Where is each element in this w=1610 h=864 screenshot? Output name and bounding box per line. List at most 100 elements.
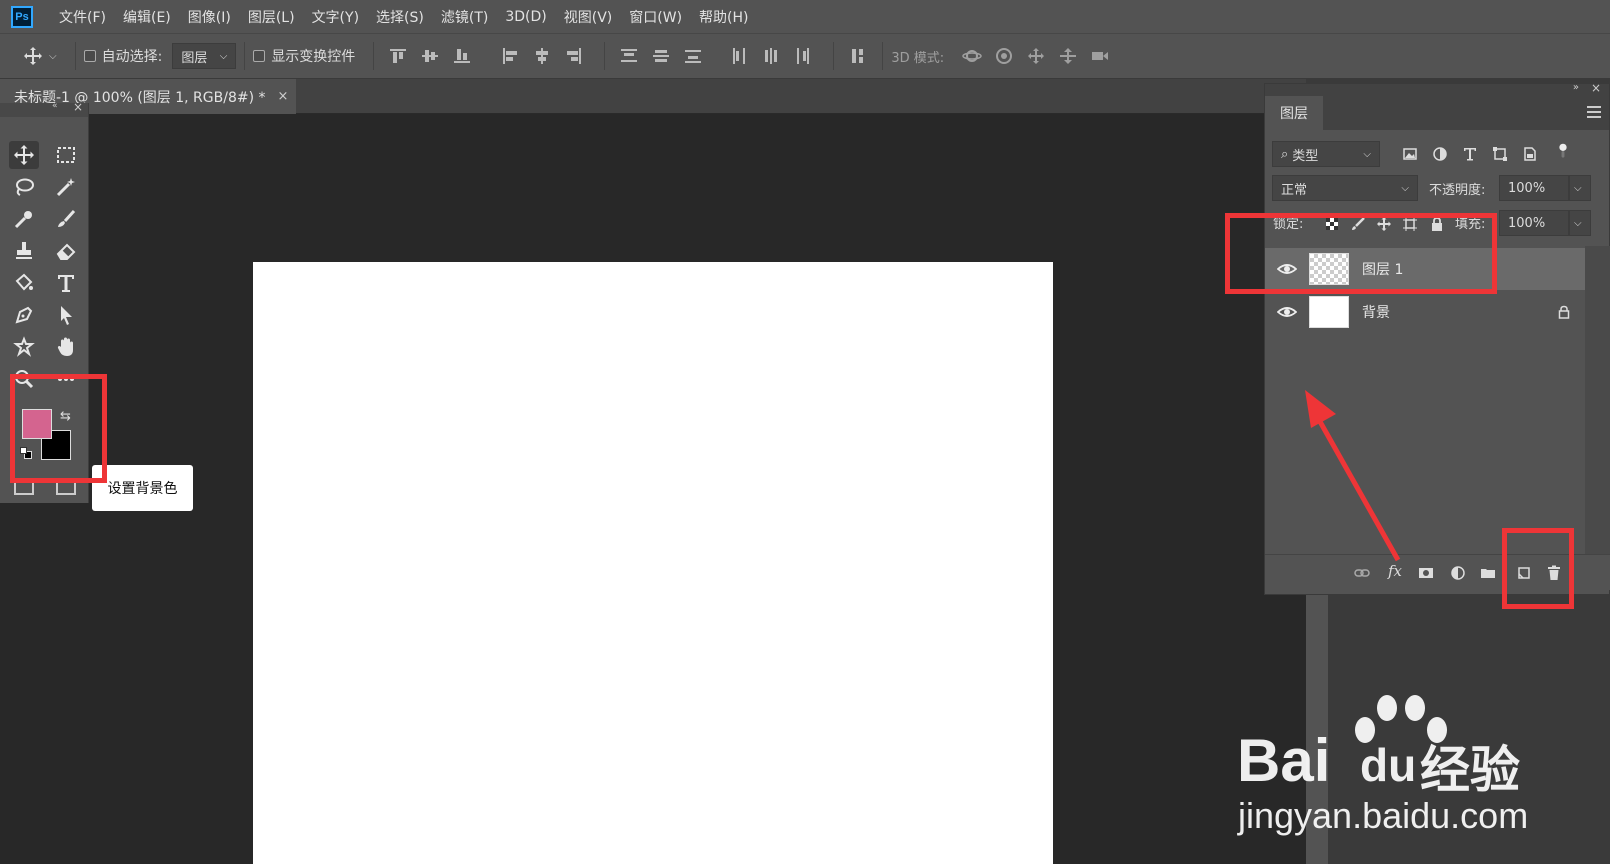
new-group-icon[interactable] xyxy=(1479,564,1497,582)
separator xyxy=(74,42,76,70)
custom-shape-tool[interactable] xyxy=(9,333,39,361)
type-tool[interactable] xyxy=(51,269,81,297)
auto-select-checkbox[interactable] xyxy=(83,50,96,62)
layers-panel: » × 图层 ⌕ 类型 ⌵ 正常 ⌵ 不透明度: 100% ⌵ 锁定: 填充: … xyxy=(1264,81,1610,595)
menu-type[interactable]: 文字(Y) xyxy=(312,7,359,27)
menu-filter[interactable]: 滤镜(T) xyxy=(441,7,488,27)
distribute-top-icon[interactable] xyxy=(618,45,640,67)
clone-stamp-tool[interactable] xyxy=(9,237,39,265)
pen-tool[interactable] xyxy=(9,301,39,329)
smart-object-filter-icon[interactable] xyxy=(1521,145,1539,163)
link-layers-icon[interactable] xyxy=(1353,564,1371,582)
annotation-box-color-swatches xyxy=(10,374,107,483)
quick-mask-icon[interactable] xyxy=(14,481,34,495)
adjustment-layer-icon[interactable] xyxy=(1449,564,1467,582)
collapse-icon[interactable]: « xyxy=(52,101,58,111)
menu-edit[interactable]: 编辑(E) xyxy=(123,7,171,27)
align-left-icon[interactable] xyxy=(499,45,521,67)
filter-toggle-icon[interactable] xyxy=(1554,142,1572,160)
fx-icon[interactable]: fx xyxy=(1388,562,1402,580)
menu-3d[interactable]: 3D(D) xyxy=(505,9,546,25)
document-canvas[interactable] xyxy=(253,262,1053,864)
marquee-tool[interactable] xyxy=(51,141,81,169)
watermark-brand-du: du xyxy=(1360,739,1417,791)
close-icon[interactable]: × xyxy=(278,89,289,104)
rectangle-marquee-icon xyxy=(57,147,75,163)
align-right-icon[interactable] xyxy=(563,45,585,67)
chevron-down-icon[interactable]: ⌵ xyxy=(49,51,57,62)
tab-layers[interactable]: 图层 xyxy=(1265,96,1323,130)
tooltip: 设置背景色 xyxy=(92,465,193,511)
layer-row-background[interactable]: 背景 xyxy=(1265,291,1585,333)
3d-slide-icon[interactable] xyxy=(1057,45,1079,67)
opacity-dropdown[interactable]: ⌵ xyxy=(1569,175,1591,201)
close-icon[interactable]: × xyxy=(1591,81,1601,95)
menu-image[interactable]: 图像(I) xyxy=(188,7,231,27)
type-filter-icon[interactable] xyxy=(1461,145,1479,163)
align-vertical-center-icon[interactable] xyxy=(419,45,441,67)
fill-input[interactable]: 100% xyxy=(1499,210,1569,236)
menu-bar: Ps 文件(F) 编辑(E) 图像(I) 图层(L) 文字(Y) 选择(S) 滤… xyxy=(0,0,1610,33)
align-horizontal-center-icon[interactable] xyxy=(531,45,553,67)
eye-icon[interactable] xyxy=(1277,302,1297,322)
distribute-right-icon[interactable] xyxy=(792,45,814,67)
stamp-icon xyxy=(16,242,32,259)
shape-filter-icon[interactable] xyxy=(1491,145,1509,163)
add-mask-icon[interactable] xyxy=(1417,564,1435,582)
photoshop-window: Ps 文件(F) 编辑(E) 图像(I) 图层(L) 文字(Y) 选择(S) 滤… xyxy=(0,0,1610,864)
auto-select-dropdown[interactable]: 图层 ⌵ xyxy=(172,43,237,69)
layer-filter-value: 类型 xyxy=(1292,148,1319,164)
3d-roll-icon[interactable] xyxy=(993,45,1015,67)
move-tool[interactable] xyxy=(9,141,39,169)
brush-tool[interactable] xyxy=(51,205,81,233)
separator xyxy=(244,42,246,70)
distribute-bottom-icon[interactable] xyxy=(682,45,704,67)
hand-icon xyxy=(57,337,73,356)
move-icon xyxy=(14,145,34,165)
menu-window[interactable]: 窗口(W) xyxy=(629,7,682,27)
eraser-tool[interactable] xyxy=(51,237,81,265)
hand-tool[interactable] xyxy=(51,333,81,361)
layer-filter-dropdown[interactable]: ⌕ 类型 ⌵ xyxy=(1272,141,1380,167)
adjustment-filter-icon[interactable] xyxy=(1431,145,1449,163)
menu-view[interactable]: 视图(V) xyxy=(564,7,613,27)
chevron-down-icon: ⌵ xyxy=(219,50,228,62)
watermark-brand-cn: 经验 xyxy=(1420,741,1520,799)
distribute-vertical-center-icon[interactable] xyxy=(650,45,672,67)
show-transform-checkbox[interactable] xyxy=(253,50,266,62)
layers-panel-header: » × xyxy=(1265,81,1609,96)
fill-dropdown[interactable]: ⌵ xyxy=(1569,210,1591,236)
layer-name[interactable]: 背景 xyxy=(1362,302,1390,322)
3d-camera-icon[interactable] xyxy=(1089,45,1111,67)
menu-select[interactable]: 选择(S) xyxy=(376,7,424,27)
eraser-icon xyxy=(56,243,76,260)
opacity-input[interactable]: 100% xyxy=(1499,175,1569,201)
align-bottom-icon[interactable] xyxy=(451,45,473,67)
3d-pan-icon[interactable] xyxy=(1025,45,1047,67)
pen-icon xyxy=(15,306,33,324)
path-selection-tool[interactable] xyxy=(51,301,81,329)
collapse-icon[interactable]: » xyxy=(1573,82,1579,93)
distribute-horizontal-center-icon[interactable] xyxy=(760,45,782,67)
eyedropper-tool[interactable] xyxy=(9,205,39,233)
paint-bucket-tool[interactable] xyxy=(9,269,39,297)
3d-orbit-icon[interactable] xyxy=(961,45,983,67)
menu-help[interactable]: 帮助(H) xyxy=(699,7,748,27)
lock-icon[interactable] xyxy=(1557,305,1571,319)
eyedropper-icon xyxy=(14,211,32,229)
menu-file[interactable]: 文件(F) xyxy=(59,7,106,27)
blend-mode-dropdown[interactable]: 正常 ⌵ xyxy=(1272,175,1418,201)
auto-select-label: 自动选择: xyxy=(101,49,163,65)
auto-align-icon[interactable] xyxy=(847,45,869,67)
image-filter-icon[interactable] xyxy=(1401,145,1419,163)
close-icon[interactable]: × xyxy=(73,100,83,114)
panel-menu-icon[interactable] xyxy=(1587,106,1601,118)
align-top-icon[interactable] xyxy=(387,45,409,67)
menu-layer[interactable]: 图层(L) xyxy=(248,7,295,27)
distribute-left-icon[interactable] xyxy=(728,45,750,67)
magic-wand-tool[interactable] xyxy=(51,173,81,201)
layers-scrollbar[interactable] xyxy=(1585,246,1610,554)
fill-value: 100% xyxy=(1508,215,1546,231)
move-tool-preset-icon[interactable] xyxy=(22,45,44,67)
lasso-tool[interactable] xyxy=(9,173,39,201)
